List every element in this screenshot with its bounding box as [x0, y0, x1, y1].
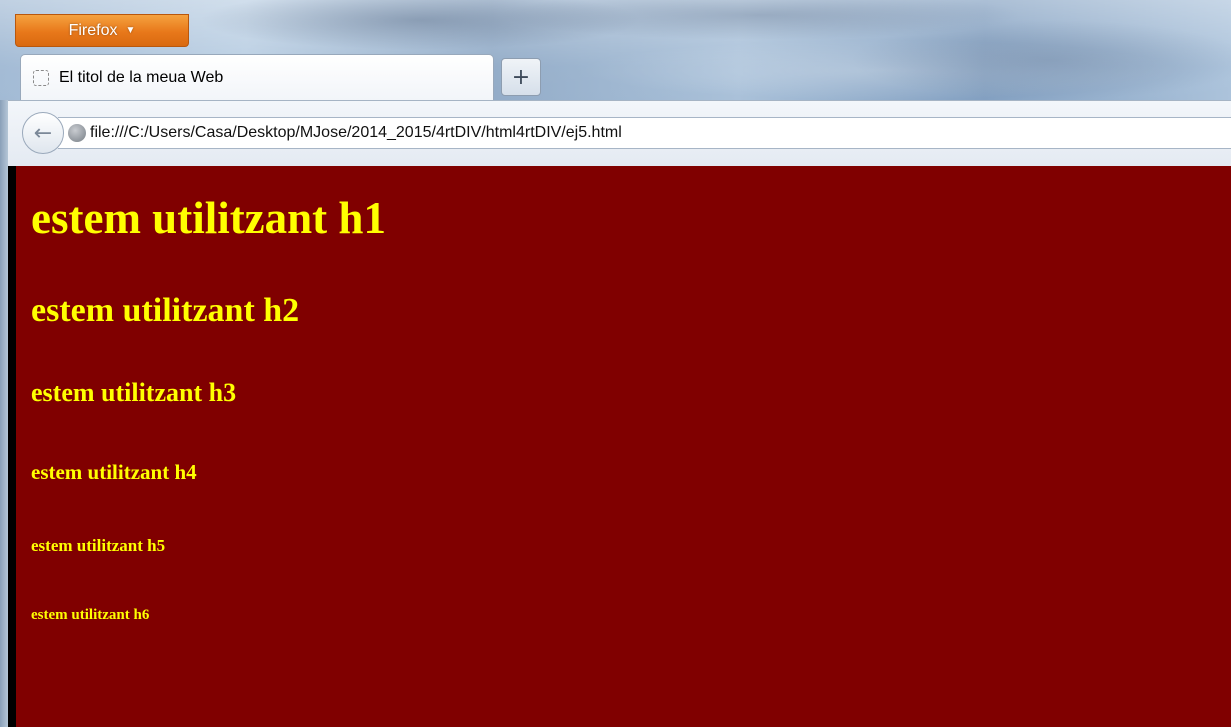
heading-h1: estem utilitzant h1 — [31, 193, 386, 243]
url-text: file:///C:/Users/Casa/Desktop/MJose/2014… — [90, 124, 622, 141]
title-bar: Firefox ▼ El titol de la meua Web + file… — [0, 0, 1231, 166]
tab-title: El titol de la meua Web — [59, 68, 224, 86]
heading-h4: estem utilitzant h4 — [31, 460, 197, 484]
heading-h5: estem utilitzant h5 — [31, 536, 166, 555]
heading-h3: estem utilitzant h3 — [31, 378, 237, 407]
page-content: estem utilitzant h1 estem utilitzant h2 … — [16, 166, 1231, 727]
tab-active[interactable]: El titol de la meua Web — [20, 54, 494, 100]
url-bar[interactable]: file:///C:/Users/Casa/Desktop/MJose/2014… — [58, 117, 1231, 149]
blank-page-icon — [33, 69, 49, 86]
firefox-menu-label: Firefox — [68, 21, 118, 39]
new-tab-button[interactable]: + — [501, 58, 541, 96]
heading-h2: estem utilitzant h2 — [31, 292, 300, 329]
chevron-down-icon: ▼ — [125, 25, 136, 36]
plus-icon: + — [511, 64, 531, 90]
browser-window: Firefox ▼ El titol de la meua Web + file… — [0, 0, 1231, 727]
navigation-toolbar: file:///C:/Users/Casa/Desktop/MJose/2014… — [0, 100, 1231, 166]
firefox-menu-button[interactable]: Firefox ▼ — [15, 14, 189, 47]
heading-h6: estem utilitzant h6 — [31, 607, 150, 623]
globe-icon — [68, 124, 86, 142]
back-button[interactable]: ← — [22, 112, 64, 154]
back-arrow-icon: ← — [33, 120, 53, 146]
window-frame-left — [0, 100, 8, 727]
